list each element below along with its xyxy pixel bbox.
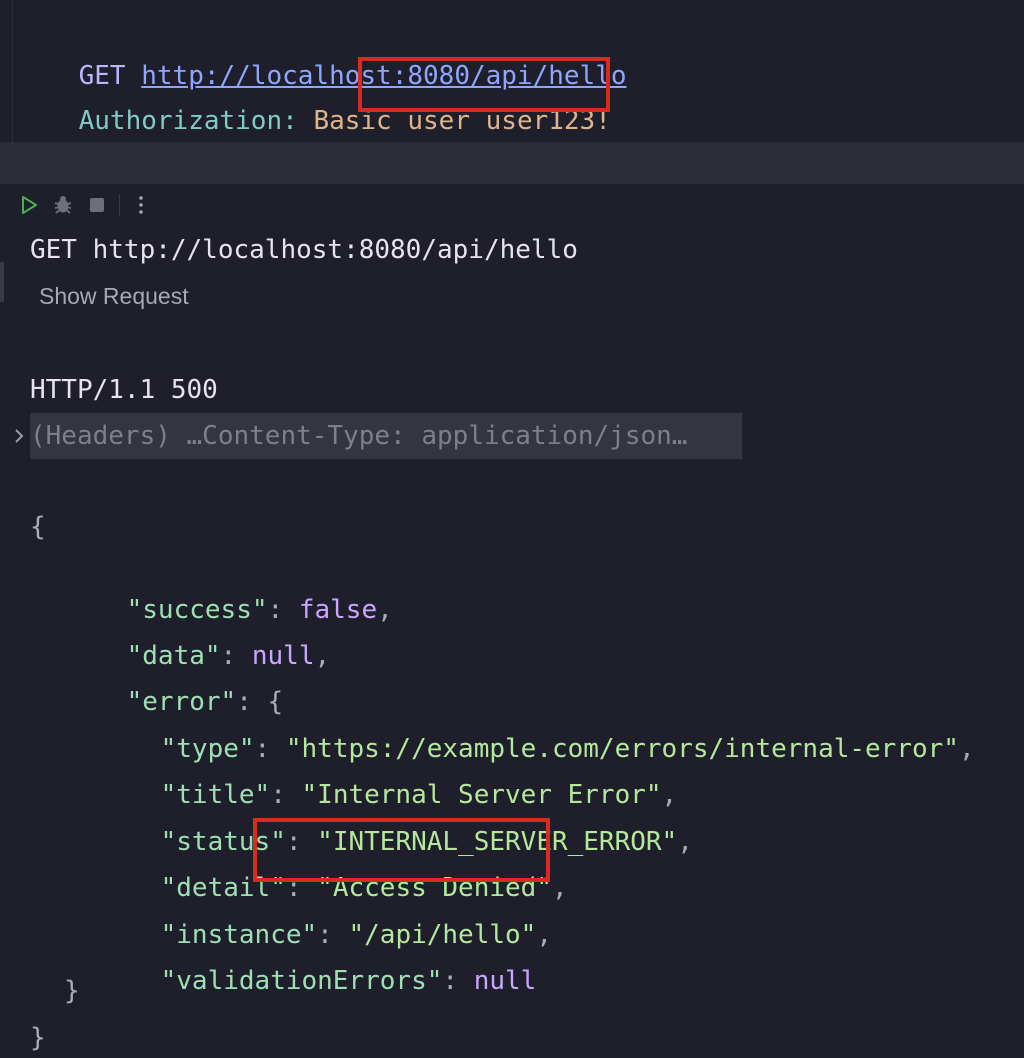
response-toolbar — [0, 184, 1024, 226]
run-icon[interactable] — [16, 192, 42, 218]
request-editor[interactable]: GET http://localhost:8080/api/hello Auth… — [0, 0, 1024, 142]
more-options-icon[interactable] — [128, 192, 154, 218]
json-close-brace: } — [30, 1023, 46, 1053]
response-request-line: GET http://localhost:8080/api/hello — [30, 235, 578, 265]
json-error-close-brace: } — [64, 976, 80, 1006]
side-panel-edge — [0, 262, 4, 302]
response-panel: GET http://localhost:8080/api/hello Show… — [0, 184, 1024, 1058]
show-request-link[interactable]: Show Request — [39, 278, 189, 314]
header-name: Authorization: — [78, 106, 298, 136]
panel-separator[interactable] — [0, 142, 1024, 185]
detail-highlight-box — [253, 818, 550, 882]
json-key-validation-errors: "validationErrors" — [160, 966, 443, 996]
stop-icon[interactable] — [84, 192, 110, 218]
json-line-validation-errors: "validationErrors": null — [160, 966, 537, 996]
json-value-validation-errors: null — [473, 966, 537, 996]
debug-icon[interactable] — [50, 192, 76, 218]
headers-summary-text: (Headers) …Content-Type: application/jso… — [30, 421, 688, 451]
toolbar-divider — [119, 194, 120, 216]
credentials-highlight-box — [358, 57, 610, 112]
status-line: HTTP/1.1 500 — [30, 375, 218, 405]
chevron-right-icon[interactable] — [8, 418, 30, 454]
editor-gutter — [12, 0, 13, 142]
json-open-brace: { — [30, 512, 46, 542]
